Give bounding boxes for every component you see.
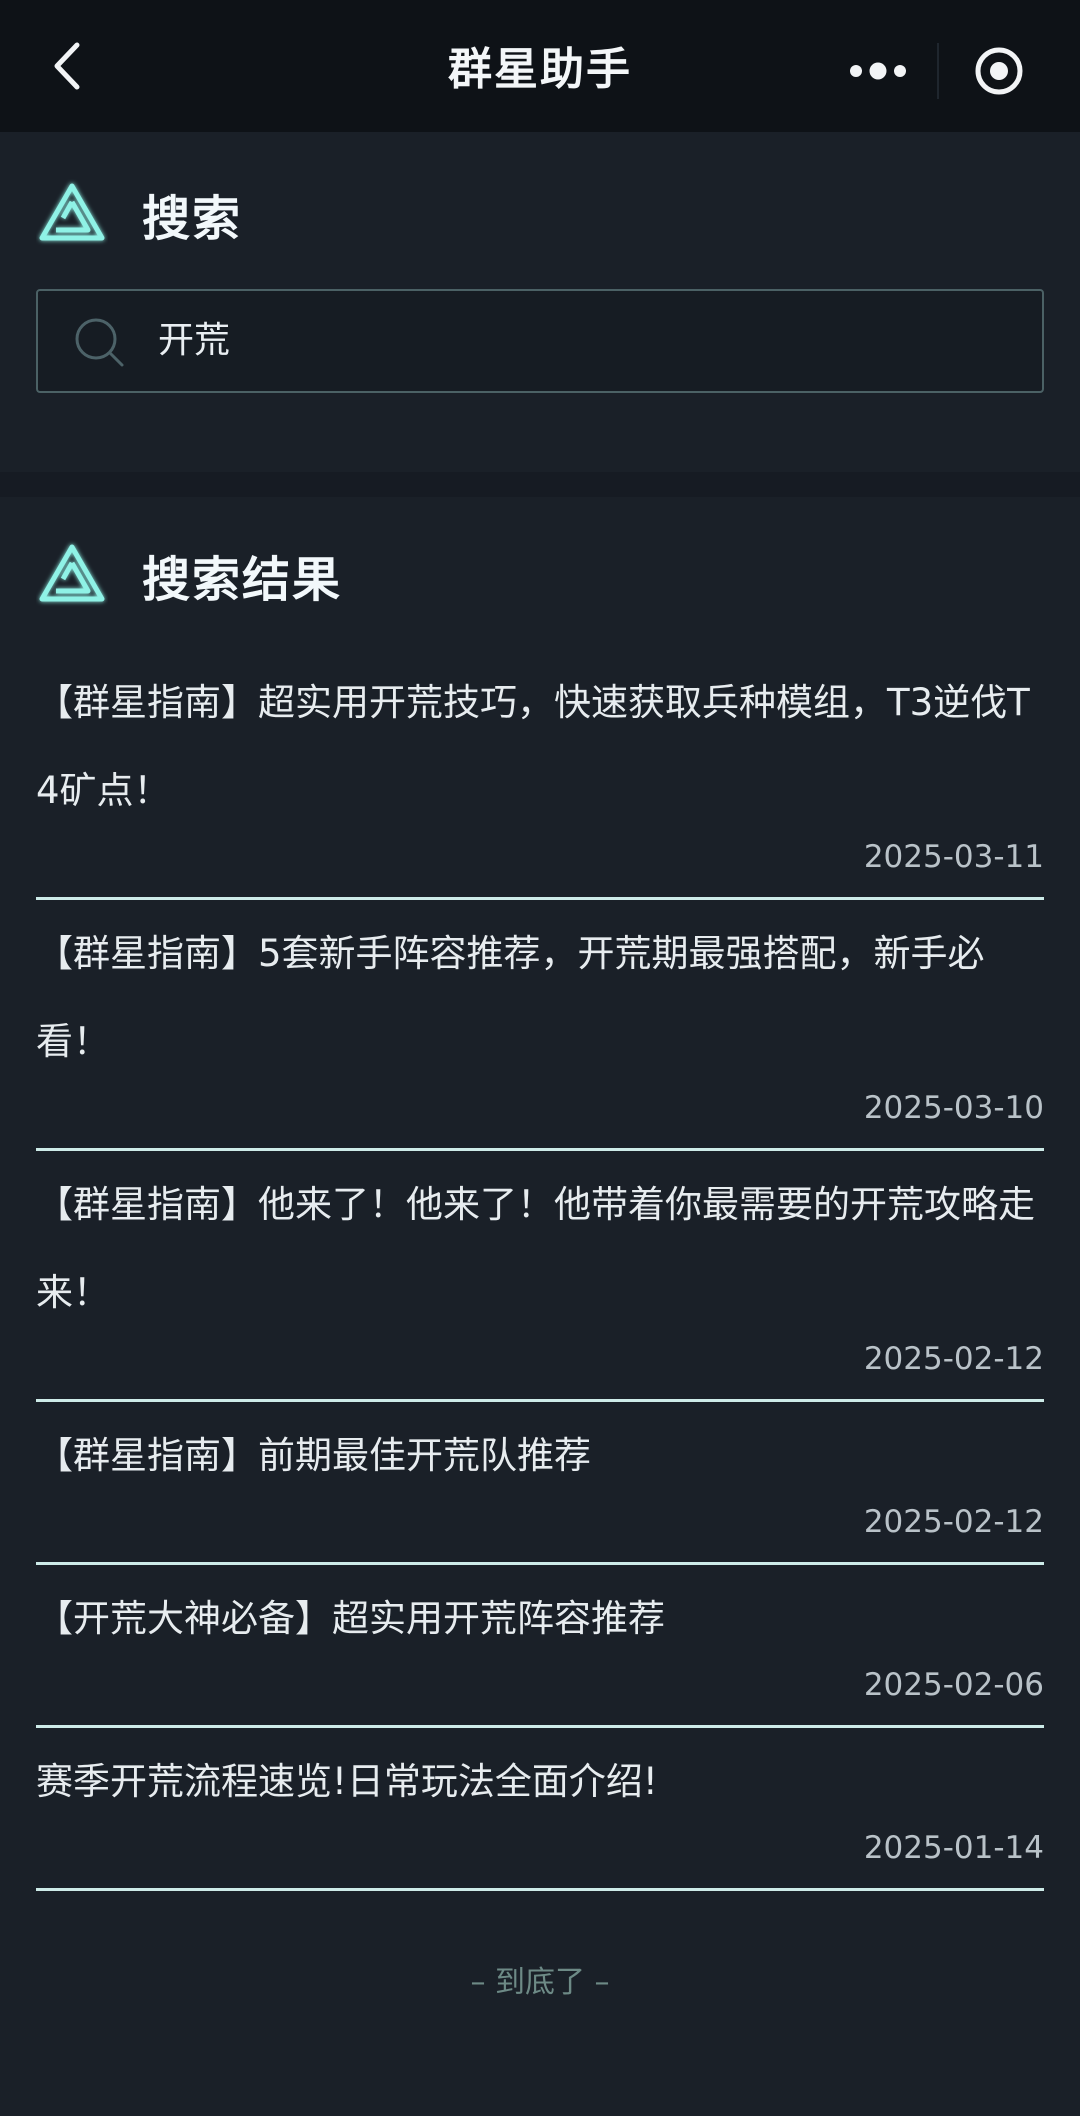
result-item[interactable]: 赛季开荒流程速览!日常玩法全面介绍! 2025-01-14 xyxy=(36,1728,1044,1891)
results-list: 【群星指南】超实用开荒技巧，快速获取兵种模组，T3逆伐T4矿点！ 2025-03… xyxy=(36,649,1044,1891)
result-item[interactable]: 【群星指南】超实用开荒技巧，快速获取兵种模组，T3逆伐T4矿点！ 2025-03… xyxy=(36,649,1044,900)
result-date: 2025-03-11 xyxy=(863,839,1044,875)
result-date: 2025-02-12 xyxy=(863,1341,1044,1377)
top-navbar: 群星助手 xyxy=(0,0,1080,132)
result-item[interactable]: 【群星指南】他来了！他来了！他带着你最需要的开荒攻略走来！ 2025-02-12 xyxy=(36,1151,1044,1402)
end-of-list-text: – 到底了 – xyxy=(470,1965,610,2000)
search-box[interactable] xyxy=(36,289,1044,393)
result-title: 【群星指南】他来了！他来了！他带着你最需要的开荒攻略走来！ xyxy=(36,1183,1035,1314)
result-title: 【群星指南】前期最佳开荒队推荐 xyxy=(36,1434,591,1477)
search-title: 搜索 xyxy=(142,191,243,247)
results-section: 搜索结果 【群星指南】超实用开荒技巧，快速获取兵种模组，T3逆伐T4矿点！ 20… xyxy=(0,497,1080,2116)
results-title: 搜索结果 xyxy=(142,552,343,608)
more-dots-icon xyxy=(849,62,906,80)
more-button[interactable] xyxy=(818,36,937,106)
result-item[interactable]: 【群星指南】前期最佳开荒队推荐 2025-02-12 xyxy=(36,1402,1044,1565)
result-title: 【群星指南】超实用开荒技巧，快速获取兵种模组，T3逆伐T4矿点！ xyxy=(36,681,1030,812)
result-title: 赛季开荒流程速览!日常玩法全面介绍! xyxy=(36,1760,658,1803)
search-input[interactable] xyxy=(158,291,1018,391)
result-item[interactable]: 【群星指南】5套新手阵容推荐，开荒期最强搭配，新手必看！ 2025-03-10 xyxy=(36,900,1044,1151)
result-item[interactable]: 【开荒大神必备】超实用开荒阵容推荐 2025-02-06 xyxy=(36,1565,1044,1728)
results-header: 搜索结果 xyxy=(36,539,342,611)
search-section: 搜索 xyxy=(0,132,1080,472)
close-miniprogram-button[interactable] xyxy=(939,36,1058,106)
result-date: 2025-02-12 xyxy=(863,1504,1044,1540)
triangle-logo-icon xyxy=(39,544,105,602)
result-title: 【开荒大神必备】超实用开荒阵容推荐 xyxy=(36,1597,665,1640)
search-header: 搜索 xyxy=(36,178,242,250)
result-date: 2025-02-06 xyxy=(863,1667,1044,1703)
result-date: 2025-03-10 xyxy=(863,1090,1044,1126)
result-title: 【群星指南】5套新手阵容推荐，开荒期最强搭配，新手必看！ xyxy=(36,932,985,1063)
target-icon xyxy=(975,47,1022,95)
search-icon xyxy=(75,318,124,367)
capsule-menu xyxy=(818,36,1058,106)
result-date: 2025-01-14 xyxy=(863,1830,1044,1866)
triangle-logo-icon xyxy=(39,183,105,241)
